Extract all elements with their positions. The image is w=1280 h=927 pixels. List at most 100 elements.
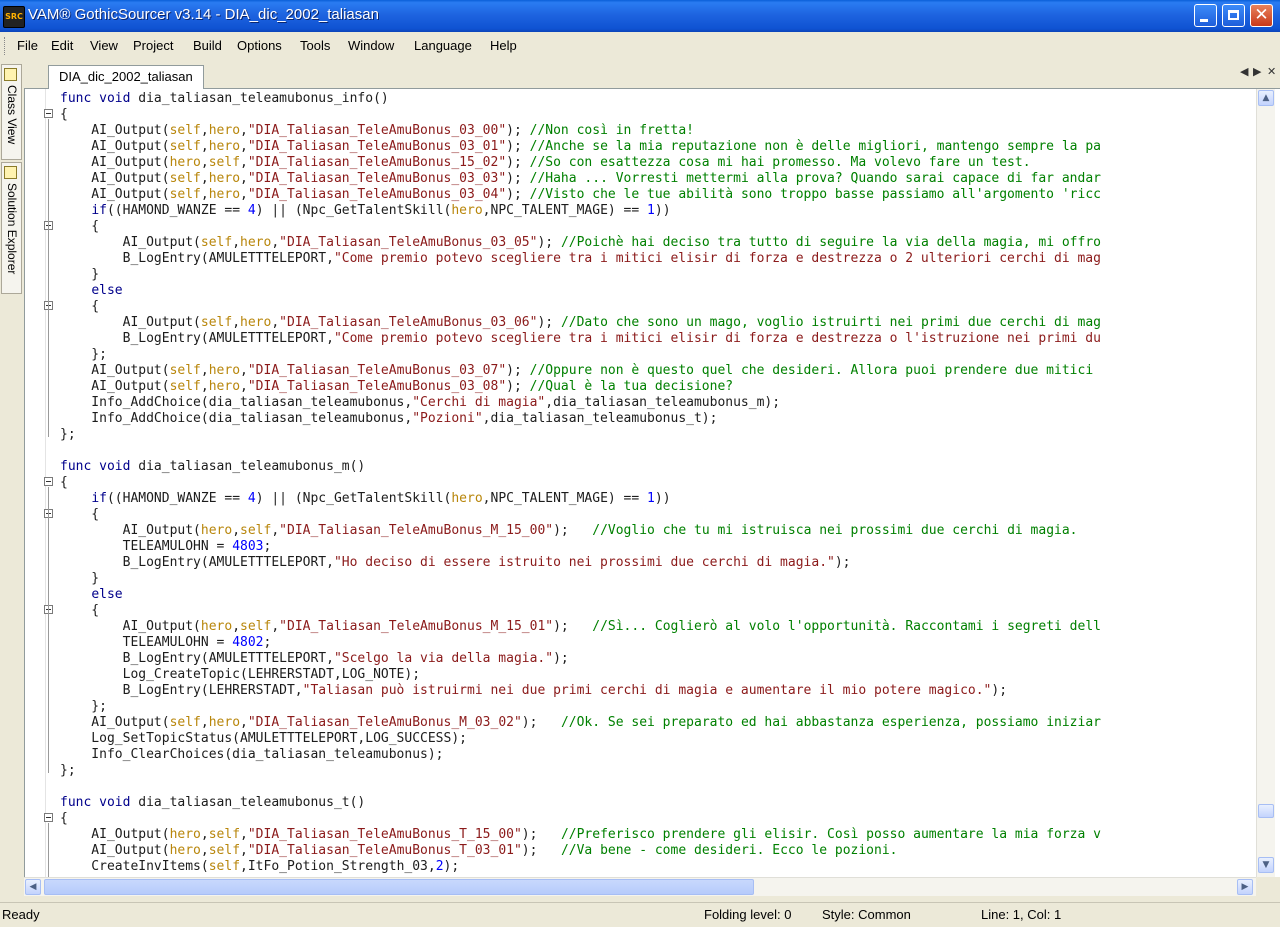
code-line[interactable]: Info_AddChoice(dia_taliasan_teleamubonus… bbox=[60, 411, 1255, 427]
status-ready: Ready bbox=[2, 907, 40, 922]
code-line[interactable]: TELEAMULOHN = 4802; bbox=[60, 635, 1255, 651]
code-line[interactable]: else bbox=[60, 283, 1255, 299]
code-line[interactable]: B_LogEntry(LEHRERSTADT,"Taliasan può ist… bbox=[60, 683, 1255, 699]
code-line[interactable]: AI_Output(hero,self,"DIA_Taliasan_TeleAm… bbox=[60, 843, 1255, 859]
minimize-button[interactable] bbox=[1194, 4, 1217, 27]
fold-marker-icon[interactable] bbox=[44, 813, 53, 822]
code-line[interactable]: }; bbox=[60, 427, 1255, 443]
docked-side-tabs: Class View Solution Explorer bbox=[0, 60, 22, 900]
code-line[interactable]: Log_CreateTopic(LEHRERSTADT,LOG_NOTE); bbox=[60, 667, 1255, 683]
horizontal-scroll-thumb[interactable] bbox=[44, 879, 754, 895]
tab-scroll-right-icon[interactable]: ▶ bbox=[1253, 65, 1261, 78]
tab-dia-dic-2002-taliasan[interactable]: DIA_dic_2002_taliasan bbox=[48, 65, 204, 89]
code-line[interactable] bbox=[60, 443, 1255, 459]
close-icon: ✕ bbox=[1254, 5, 1269, 25]
menu-help[interactable]: Help bbox=[490, 38, 517, 53]
close-window-button[interactable]: ✕ bbox=[1250, 4, 1273, 27]
fold-marker-icon[interactable] bbox=[44, 477, 53, 486]
solution-explorer-icon bbox=[4, 166, 17, 179]
status-folding-level: Folding level: 0 bbox=[704, 907, 792, 922]
code-text[interactable]: func void dia_taliasan_teleamubonus_info… bbox=[60, 91, 1255, 877]
menu-build[interactable]: Build bbox=[193, 38, 222, 53]
menu-bar: File Edit View Project Build Options Too… bbox=[0, 32, 1280, 60]
document-tab-strip: DIA_dic_2002_taliasan ◀ ▶ ✕ bbox=[24, 60, 1280, 89]
scroll-split-handle[interactable] bbox=[1258, 804, 1274, 818]
class-view-tab[interactable]: Class View bbox=[1, 64, 22, 160]
code-line[interactable]: AI_Output(self,hero,"DIA_Taliasan_TeleAm… bbox=[60, 315, 1255, 331]
menu-language[interactable]: Language bbox=[414, 38, 472, 53]
code-line[interactable]: { bbox=[60, 603, 1255, 619]
horizontal-scrollbar[interactable]: ◀ ▶ bbox=[24, 877, 1256, 896]
code-line[interactable]: TELEAMULOHN = 4803; bbox=[60, 539, 1255, 555]
code-line[interactable]: AI_Output(self,hero,"DIA_Taliasan_TeleAm… bbox=[60, 363, 1255, 379]
code-line[interactable]: AI_Output(hero,self,"DIA_Taliasan_TeleAm… bbox=[60, 827, 1255, 843]
maximize-button[interactable] bbox=[1222, 4, 1245, 27]
code-line[interactable] bbox=[60, 779, 1255, 795]
code-line[interactable]: if((HAMOND_WANZE == 4) || (Npc_GetTalent… bbox=[60, 491, 1255, 507]
class-view-label: Class View bbox=[5, 85, 19, 145]
code-line[interactable]: AI_Output(self,hero,"DIA_Taliasan_TeleAm… bbox=[60, 123, 1255, 139]
app-icon[interactable]: SRC bbox=[3, 6, 25, 28]
vertical-scrollbar[interactable]: ▲ ▼ bbox=[1256, 89, 1275, 877]
code-line[interactable]: B_LogEntry(AMULETTTELEPORT,"Ho deciso di… bbox=[60, 555, 1255, 571]
solution-explorer-label: Solution Explorer bbox=[5, 183, 19, 275]
status-bar: Ready Folding level: 0 Style: Common Lin… bbox=[0, 902, 1280, 927]
code-line[interactable]: AI_Output(self,hero,"DIA_Taliasan_TeleAm… bbox=[60, 379, 1255, 395]
code-line[interactable]: B_LogEntry(AMULETTTELEPORT,"Scelgo la vi… bbox=[60, 651, 1255, 667]
tab-scroll-left-icon[interactable]: ◀ bbox=[1240, 65, 1248, 78]
code-line[interactable]: Info_AddChoice(dia_taliasan_teleamubonus… bbox=[60, 395, 1255, 411]
code-line[interactable]: { bbox=[60, 507, 1255, 523]
code-line[interactable]: } bbox=[60, 267, 1255, 283]
code-line[interactable]: if((HAMOND_WANZE == 4) || (Npc_GetTalent… bbox=[60, 203, 1255, 219]
status-cursor-position: Line: 1, Col: 1 bbox=[981, 907, 1062, 922]
menu-view[interactable]: View bbox=[90, 38, 118, 53]
code-line[interactable]: }; bbox=[60, 699, 1255, 715]
code-line[interactable]: B_LogEntry(AMULETTTELEPORT,"Come premio … bbox=[60, 331, 1255, 347]
fold-guide bbox=[48, 119, 49, 437]
menu-edit[interactable]: Edit bbox=[51, 38, 73, 53]
solution-explorer-tab[interactable]: Solution Explorer bbox=[1, 162, 22, 294]
minimize-icon bbox=[1200, 19, 1208, 22]
code-line[interactable]: AI_Output(hero,self,"DIA_Taliasan_TeleAm… bbox=[60, 523, 1255, 539]
code-line[interactable]: { bbox=[60, 107, 1255, 123]
code-line[interactable]: { bbox=[60, 219, 1255, 235]
fold-marker-icon[interactable] bbox=[44, 109, 53, 118]
code-line[interactable]: Log_SetTopicStatus(AMULETTTELEPORT,LOG_S… bbox=[60, 731, 1255, 747]
code-line[interactable]: AI_Output(self,hero,"DIA_Taliasan_TeleAm… bbox=[60, 187, 1255, 203]
code-line[interactable]: AI_Output(self,hero,"DIA_Taliasan_TeleAm… bbox=[60, 171, 1255, 187]
menu-options[interactable]: Options bbox=[237, 38, 282, 53]
code-line[interactable]: func void dia_taliasan_teleamubonus_t() bbox=[60, 795, 1255, 811]
scroll-down-icon[interactable]: ▼ bbox=[1258, 857, 1274, 873]
tab-close-icon[interactable]: ✕ bbox=[1267, 65, 1276, 78]
menu-window[interactable]: Window bbox=[348, 38, 394, 53]
code-line[interactable]: { bbox=[60, 299, 1255, 315]
code-line[interactable]: }; bbox=[60, 347, 1255, 363]
code-line[interactable]: } bbox=[60, 571, 1255, 587]
scroll-left-icon[interactable]: ◀ bbox=[25, 879, 41, 895]
scroll-up-icon[interactable]: ▲ bbox=[1258, 90, 1274, 106]
code-line[interactable]: { bbox=[60, 811, 1255, 827]
code-line[interactable]: CreateInvItems(self,ItFo_Potion_Strength… bbox=[60, 859, 1255, 875]
code-line[interactable]: AI_Output(self,hero,"DIA_Taliasan_TeleAm… bbox=[60, 235, 1255, 251]
code-line[interactable]: func void dia_taliasan_teleamubonus_m() bbox=[60, 459, 1255, 475]
menu-project[interactable]: Project bbox=[133, 38, 173, 53]
code-editor[interactable]: func void dia_taliasan_teleamubonus_info… bbox=[24, 89, 1280, 877]
code-line[interactable]: AI_Output(hero,self,"DIA_Taliasan_TeleAm… bbox=[60, 619, 1255, 635]
status-style: Style: Common bbox=[822, 907, 911, 922]
menu-tools[interactable]: Tools bbox=[300, 38, 330, 53]
code-line[interactable]: { bbox=[60, 475, 1255, 491]
menu-grip[interactable] bbox=[4, 37, 8, 55]
scroll-right-icon[interactable]: ▶ bbox=[1237, 879, 1253, 895]
code-line[interactable]: B_LogEntry(AMULETTTELEPORT,"Come premio … bbox=[60, 251, 1255, 267]
code-line[interactable]: AI_Output(hero,self,"DIA_Taliasan_TeleAm… bbox=[60, 155, 1255, 171]
code-line[interactable]: func void dia_taliasan_teleamubonus_info… bbox=[60, 91, 1255, 107]
code-line[interactable]: Info_ClearChoices(dia_taliasan_teleamubo… bbox=[60, 747, 1255, 763]
maximize-icon bbox=[1228, 10, 1239, 20]
fold-guide bbox=[48, 487, 49, 773]
code-line[interactable]: }; bbox=[60, 763, 1255, 779]
class-view-icon bbox=[4, 68, 17, 81]
code-line[interactable]: else bbox=[60, 587, 1255, 603]
menu-file[interactable]: File bbox=[17, 38, 38, 53]
code-line[interactable]: AI_Output(self,hero,"DIA_Taliasan_TeleAm… bbox=[60, 139, 1255, 155]
code-line[interactable]: AI_Output(self,hero,"DIA_Taliasan_TeleAm… bbox=[60, 715, 1255, 731]
